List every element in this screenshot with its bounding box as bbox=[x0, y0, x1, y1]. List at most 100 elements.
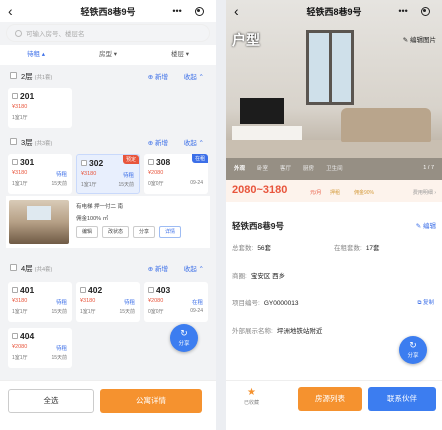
photo-tv bbox=[240, 98, 284, 124]
external-name: 外部展示名称: 坪洲地铁站附近 bbox=[232, 328, 323, 335]
more-icon[interactable]: ••• bbox=[172, 6, 181, 16]
fold-button[interactable]: 收起 ⌃ bbox=[184, 137, 204, 147]
share-room-button[interactable]: 分享 bbox=[133, 226, 156, 238]
share-fab-label: 分享 bbox=[407, 353, 419, 359]
tab-exterior[interactable]: 外观 bbox=[234, 158, 245, 180]
room-checkbox[interactable] bbox=[12, 333, 18, 339]
room-layout: 0室0厅 bbox=[148, 181, 164, 187]
filter-status[interactable]: 待租 ▴ bbox=[0, 45, 72, 65]
room-updated: 15天前 bbox=[51, 181, 67, 187]
fold-button[interactable]: 收起 ⌃ bbox=[184, 263, 204, 273]
room-number: 403 bbox=[156, 285, 171, 295]
room-features: 有电梯 押一付二 南 bbox=[76, 204, 124, 210]
room-card[interactable]: 308 在租 ¥2080 0室0厅 09-24 bbox=[144, 154, 208, 194]
select-all-button[interactable]: 全选 bbox=[8, 389, 94, 413]
room-number: 301 bbox=[20, 157, 35, 167]
apartment-title: 轻铁西8巷9号 bbox=[232, 221, 284, 231]
room-updated: 15天前 bbox=[119, 309, 135, 315]
screen-divider bbox=[216, 0, 226, 430]
room-number: 302 bbox=[89, 158, 104, 168]
floor-header: 3层 (共3套) ⊕ 新增 收起 ⌃ bbox=[0, 132, 216, 152]
more-icon[interactable]: ••• bbox=[398, 6, 407, 16]
room-card[interactable]: 201 ¥3180 1室1厅 bbox=[8, 88, 72, 128]
photo-window bbox=[306, 30, 354, 105]
room-price: ¥3180 bbox=[81, 171, 97, 177]
rented-units: 在租套数: 17套 bbox=[334, 245, 380, 252]
layout-type-label: 户型 bbox=[232, 32, 260, 48]
room-checkbox[interactable] bbox=[148, 159, 154, 165]
floor-checkbox[interactable] bbox=[10, 72, 17, 79]
filter-layout[interactable]: 房型 ▾ bbox=[72, 45, 144, 65]
bottom-action-bar: 全选 公寓详情 bbox=[0, 380, 216, 430]
room-price: ¥3180 bbox=[12, 170, 28, 176]
room-checkbox[interactable] bbox=[12, 287, 18, 293]
room-card[interactable]: 403 ¥2080 0室0厅 在租 09-24 bbox=[144, 282, 208, 322]
close-icon[interactable] bbox=[420, 6, 430, 16]
room-layout: 1室1厅 bbox=[12, 181, 28, 187]
add-room-button[interactable]: ⊕ 新增 bbox=[148, 263, 168, 273]
tab-kitchen[interactable]: 厨房 bbox=[303, 158, 314, 180]
price-range: 2080~3180 bbox=[232, 184, 288, 196]
apartment-detail-button[interactable]: 公寓详情 bbox=[100, 389, 202, 413]
room-details-button[interactable]: 详情 bbox=[159, 226, 182, 238]
room-price: ¥3180 bbox=[12, 104, 28, 110]
edit-image-button[interactable]: ✎ 编辑图片 bbox=[403, 34, 436, 44]
search-icon bbox=[15, 29, 22, 37]
room-action-buttons: 编辑 改状态 分享 详情 bbox=[76, 226, 182, 238]
room-updated: 09-24 bbox=[190, 180, 203, 186]
image-category-tabs: 外观 卧室 客厅 厨房 卫生间 bbox=[226, 158, 442, 180]
mini-program-capsule[interactable]: ••• bbox=[166, 4, 210, 18]
floor-label: 3层 (共3套) bbox=[21, 138, 53, 147]
add-room-button[interactable]: ⊕ 新增 bbox=[148, 71, 168, 81]
contact-partner-button[interactable]: 联系伙伴 bbox=[368, 387, 436, 411]
floor-checkbox[interactable] bbox=[10, 264, 17, 271]
add-room-button[interactable]: ⊕ 新增 bbox=[148, 137, 168, 147]
room-checkbox[interactable] bbox=[148, 287, 154, 293]
floor-checkbox[interactable] bbox=[10, 138, 17, 145]
edit-room-button[interactable]: 编辑 bbox=[76, 226, 99, 238]
photo-sofa bbox=[341, 108, 431, 142]
room-card[interactable]: 402 ¥3180 1室1厅 待租 15天前 bbox=[76, 282, 140, 322]
share-fab-label: 分享 bbox=[178, 341, 190, 347]
room-price: ¥2080 bbox=[148, 170, 164, 176]
room-checkbox[interactable] bbox=[80, 287, 86, 293]
favorite-button[interactable]: ★ 已收藏 bbox=[244, 387, 259, 406]
mini-program-capsule[interactable]: ••• bbox=[392, 4, 436, 18]
filter-floor[interactable]: 楼层 ▾ bbox=[144, 45, 216, 65]
room-updated: 09-24 bbox=[190, 308, 203, 314]
project-code: 项目编号: GY0000013 bbox=[232, 300, 299, 307]
total-units: 总套数: 56套 bbox=[232, 245, 272, 252]
filter-bar: 待租 ▴ 房型 ▾ 楼层 ▾ bbox=[0, 45, 216, 65]
room-layout: 1室1厅 bbox=[80, 309, 96, 315]
room-card-selected[interactable]: 302 预定 ¥3180 1室1厅 待租 15天前 bbox=[76, 154, 140, 194]
room-checkbox[interactable] bbox=[81, 160, 87, 166]
room-card[interactable]: 301 ¥3180 1室1厅 待租 15天前 bbox=[8, 154, 72, 194]
room-checkbox[interactable] bbox=[12, 93, 18, 99]
room-card[interactable]: 401 ¥3180 1室1厅 待租 15天前 bbox=[8, 282, 72, 322]
fold-button[interactable]: 收起 ⌃ bbox=[184, 71, 204, 81]
bottom-action-bar: ★ 已收藏 房源列表 联系伙伴 bbox=[226, 380, 442, 430]
tab-bedroom[interactable]: 卧室 bbox=[257, 158, 268, 180]
floor-label: 4层 (共4套) bbox=[21, 264, 53, 273]
room-checkbox[interactable] bbox=[12, 159, 18, 165]
room-card[interactable]: 404 ¥2080 1室1厅 待租 15天前 bbox=[8, 328, 72, 368]
share-fab[interactable]: 分享 bbox=[170, 324, 198, 352]
price-row: 2080~3180 元/月 押租 佣金90% 费用明细 › bbox=[226, 180, 442, 202]
fee-details-link[interactable]: 费用明细 › bbox=[413, 189, 436, 196]
close-icon[interactable] bbox=[194, 6, 204, 16]
tab-bathroom[interactable]: 卫生间 bbox=[326, 158, 343, 180]
change-status-button[interactable]: 改状态 bbox=[102, 226, 130, 238]
search-input[interactable]: 可输入房号、楼层名 bbox=[6, 24, 210, 42]
left-screen: ‹ 轻铁西8巷9号 ••• 可输入房号、楼层名 待租 ▴ 房型 ▾ 楼层 ▾ 2… bbox=[0, 0, 216, 430]
business-area: 商圈: 宝安区 西乡 bbox=[232, 273, 286, 280]
room-photo[interactable] bbox=[9, 200, 69, 244]
room-number: 402 bbox=[88, 285, 103, 295]
copy-code-button[interactable]: ⧉ 复制 bbox=[418, 298, 434, 307]
nav-bar: ‹ 轻铁西8巷9号 ••• bbox=[0, 0, 216, 22]
floor-label: 2层 (共1套) bbox=[21, 72, 53, 81]
listing-list-button[interactable]: 房源列表 bbox=[298, 387, 362, 411]
tab-living-room[interactable]: 客厅 bbox=[280, 158, 291, 180]
edit-apartment-button[interactable]: ✎ 编辑 bbox=[416, 220, 436, 230]
share-fab[interactable]: 分享 bbox=[399, 336, 427, 364]
cover-photo[interactable] bbox=[226, 0, 442, 180]
